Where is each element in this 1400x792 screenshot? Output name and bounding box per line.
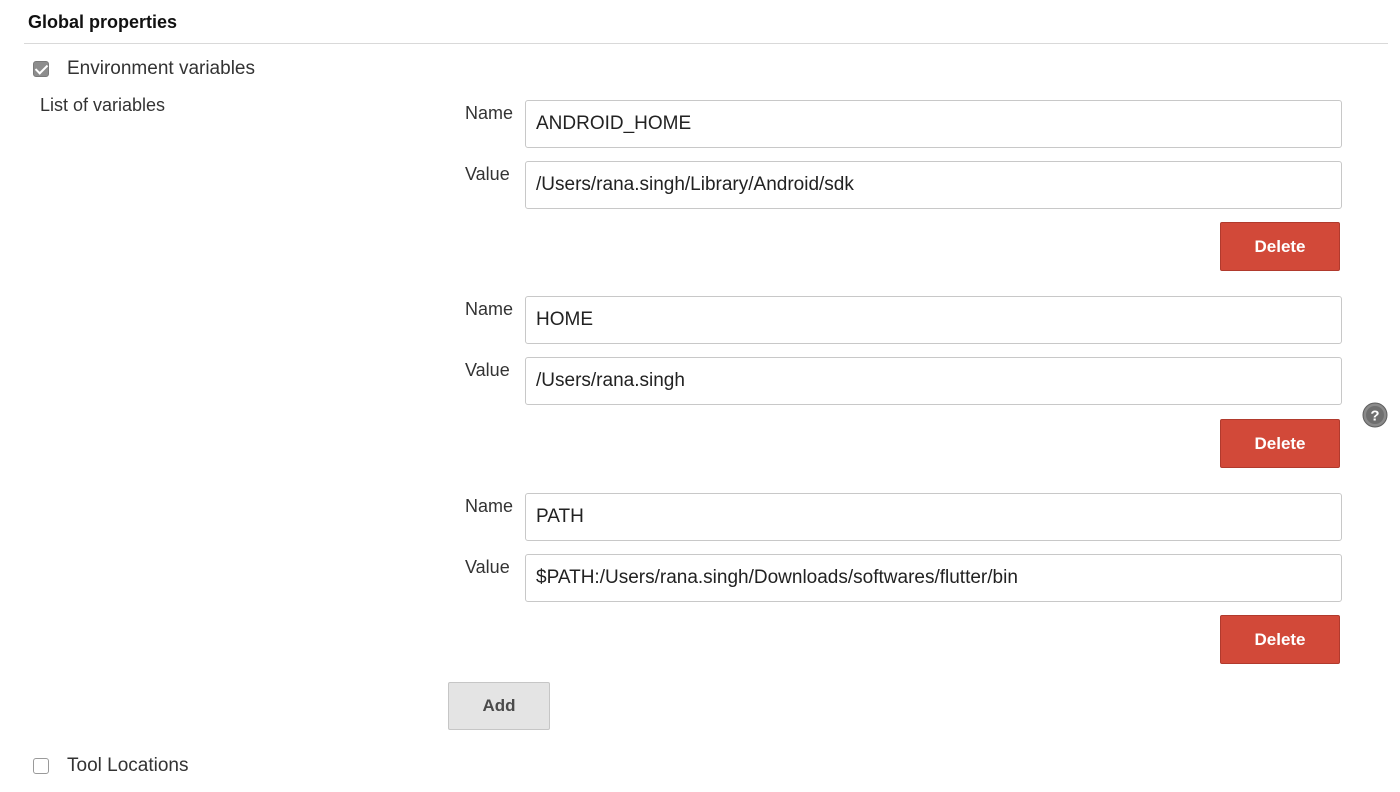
variable-name-input[interactable] — [525, 493, 1342, 541]
name-label: Name — [465, 299, 514, 319]
value-label: Value — [465, 557, 510, 577]
name-label: Name — [465, 103, 514, 123]
env-variable-entry: Name Value Delete — [440, 492, 1345, 672]
delete-variable-button[interactable]: Delete — [1220, 615, 1340, 664]
variable-name-input[interactable] — [525, 100, 1342, 148]
tool-locations-checkbox[interactable] — [33, 758, 49, 774]
variable-name-input[interactable] — [525, 296, 1342, 344]
variable-value-input[interactable] — [525, 554, 1342, 602]
section-divider — [24, 43, 1388, 44]
value-label: Value — [465, 164, 510, 184]
env-variable-entry: Name Value Delete — [440, 295, 1345, 475]
global-properties-page: Global properties Environment variables … — [0, 0, 1400, 792]
environment-variables-label[interactable]: Environment variables — [67, 58, 255, 80]
value-label: Value — [465, 360, 510, 380]
variable-value-input[interactable] — [525, 161, 1342, 209]
name-label: Name — [465, 496, 514, 516]
tool-locations-label[interactable]: Tool Locations — [67, 755, 188, 777]
svg-text:?: ? — [1370, 408, 1379, 425]
add-variable-button[interactable]: Add — [448, 682, 550, 730]
help-icon[interactable]: ? — [1362, 402, 1388, 428]
list-of-variables-label: List of variables — [40, 95, 166, 115]
env-variable-entry: Name Value Delete — [440, 99, 1345, 279]
environment-variables-checkbox[interactable] — [33, 61, 49, 77]
section-title: Global properties — [28, 12, 178, 32]
delete-variable-button[interactable]: Delete — [1220, 222, 1340, 271]
delete-variable-button[interactable]: Delete — [1220, 419, 1340, 468]
variable-value-input[interactable] — [525, 357, 1342, 405]
